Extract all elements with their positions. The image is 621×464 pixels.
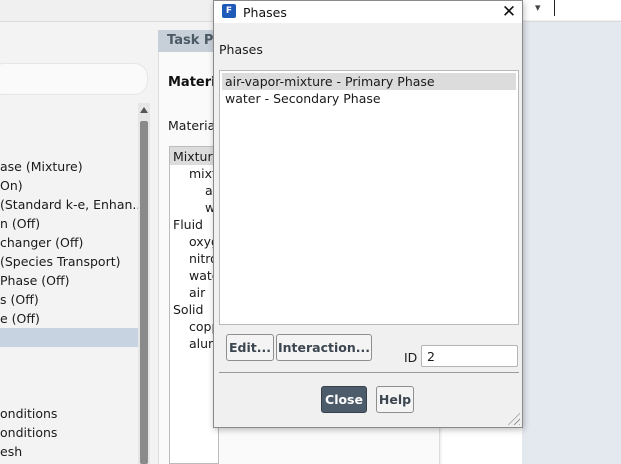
- close-button[interactable]: Close: [321, 386, 367, 413]
- dialog-title: Phases: [243, 5, 287, 20]
- id-field[interactable]: [421, 345, 518, 367]
- close-icon[interactable]: ✕: [497, 1, 521, 23]
- material-item[interactable]: Solid: [173, 302, 203, 317]
- tree-item-radiation[interactable]: n (Off): [0, 214, 138, 233]
- phases-dialog: F Phases ✕ Phases air-vapor-mixture - Pr…: [213, 0, 523, 428]
- fluent-app-icon: F: [222, 4, 236, 18]
- tree-item-heat-exchanger[interactable]: changer (Off): [0, 233, 138, 252]
- text-cursor: [554, 0, 555, 16]
- material-item[interactable]: air: [189, 285, 205, 300]
- graphics-background: [522, 22, 621, 464]
- scroll-up-arrow-icon[interactable]: [140, 107, 148, 113]
- tree-item-acoustics[interactable]: e (Off): [0, 309, 138, 328]
- tree-item-cell-zone-conditions[interactable]: onditions: [0, 404, 138, 423]
- phases-list[interactable]: air-vapor-mixture - Primary Phase water …: [219, 70, 519, 325]
- tree-item-viscous[interactable]: (Standard k-e, Enhan...: [0, 195, 138, 214]
- tree-item-discrete-phase[interactable]: Phase (Off): [0, 271, 138, 290]
- phases-label: Phases: [219, 42, 263, 57]
- phase-item-primary[interactable]: air-vapor-mixture - Primary Phase: [222, 73, 516, 90]
- tree-item-solidification[interactable]: s (Off): [0, 290, 138, 309]
- outline-search-input[interactable]: [0, 63, 148, 95]
- tree-item-boundary-conditions[interactable]: onditions: [0, 423, 138, 442]
- material-item[interactable]: Fluid: [173, 217, 203, 232]
- tree-item-energy[interactable]: On): [0, 176, 138, 195]
- edit-button[interactable]: Edit...: [226, 334, 274, 361]
- resize-grip[interactable]: [506, 411, 520, 425]
- tree-item-multiphase[interactable]: ase (Mixture): [0, 157, 138, 176]
- help-button[interactable]: Help: [376, 386, 414, 413]
- materials-label: Material: [168, 118, 219, 133]
- tree-item-species[interactable]: (Species Transport): [0, 252, 138, 271]
- tree-item-mesh[interactable]: esh: [0, 442, 138, 461]
- interaction-button[interactable]: Interaction...: [276, 334, 372, 361]
- top-dropdown[interactable]: ▾: [522, 0, 621, 20]
- id-label: ID: [404, 350, 418, 365]
- phase-item-secondary[interactable]: water - Secondary Phase: [222, 90, 516, 107]
- outline-scrollbar[interactable]: [138, 103, 150, 464]
- scrollbar-thumb[interactable]: [140, 121, 148, 464]
- tree-item-selected[interactable]: [0, 328, 138, 347]
- chevron-down-icon[interactable]: ▾: [535, 1, 541, 14]
- dialog-divider: [219, 372, 519, 373]
- dialog-titlebar[interactable]: F Phases ✕: [214, 1, 522, 23]
